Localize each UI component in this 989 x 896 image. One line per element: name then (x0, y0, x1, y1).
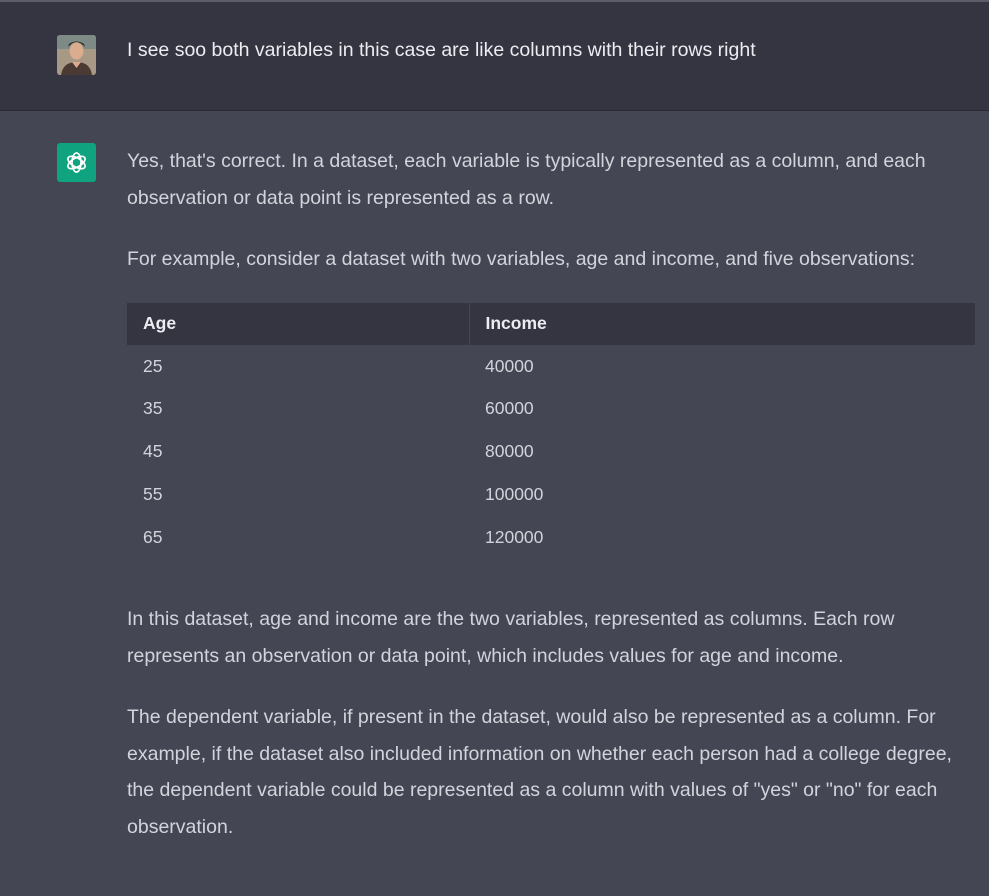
openai-logo-icon (67, 152, 86, 173)
table-row: 55 100000 (127, 473, 975, 516)
table-cell-age: 45 (143, 441, 163, 462)
table-header-age: Age (127, 302, 469, 345)
table-row: 35 60000 (127, 387, 975, 430)
table-row: 45 80000 (127, 430, 975, 473)
table-cell-age: 35 (143, 398, 163, 419)
user-message-text: I see soo both variables in this case ar… (127, 39, 756, 61)
user-avatar (57, 35, 96, 75)
assistant-avatar (57, 143, 96, 182)
user-message: I see soo both variables in this case ar… (0, 2, 989, 111)
paragraph-intro: Yes, that's correct. In a dataset, each … (127, 150, 926, 209)
assistant-message-content: Yes, that's correct. In a dataset, each … (127, 143, 977, 870)
user-photo-icon (57, 35, 96, 75)
table-cell-income: 80000 (485, 441, 534, 462)
table-cell-income: 120000 (485, 526, 544, 547)
table-header-income: Income (468, 302, 975, 345)
table-cell-age: 25 (143, 355, 163, 376)
table-cell-income: 40000 (485, 355, 534, 376)
table-cell-income: 60000 (485, 398, 534, 419)
table-cell-age: 55 (143, 483, 163, 504)
table-header-row: Age Income (127, 302, 975, 345)
paragraph-explanation: In this dataset, age and income are the … (127, 608, 895, 667)
table-row: 65 120000 (127, 516, 975, 559)
data-table: Age Income 25 40000 35 60000 45 80000 55… (127, 302, 975, 559)
table-cell-age: 65 (143, 526, 163, 547)
assistant-message: Yes, that's correct. In a dataset, each … (0, 111, 989, 896)
paragraph-dependent-variable: The dependent variable, if present in th… (127, 706, 952, 838)
table-cell-income: 100000 (485, 483, 544, 504)
paragraph-example: For example, consider a dataset with two… (127, 248, 916, 270)
table-row: 25 40000 (127, 345, 975, 388)
